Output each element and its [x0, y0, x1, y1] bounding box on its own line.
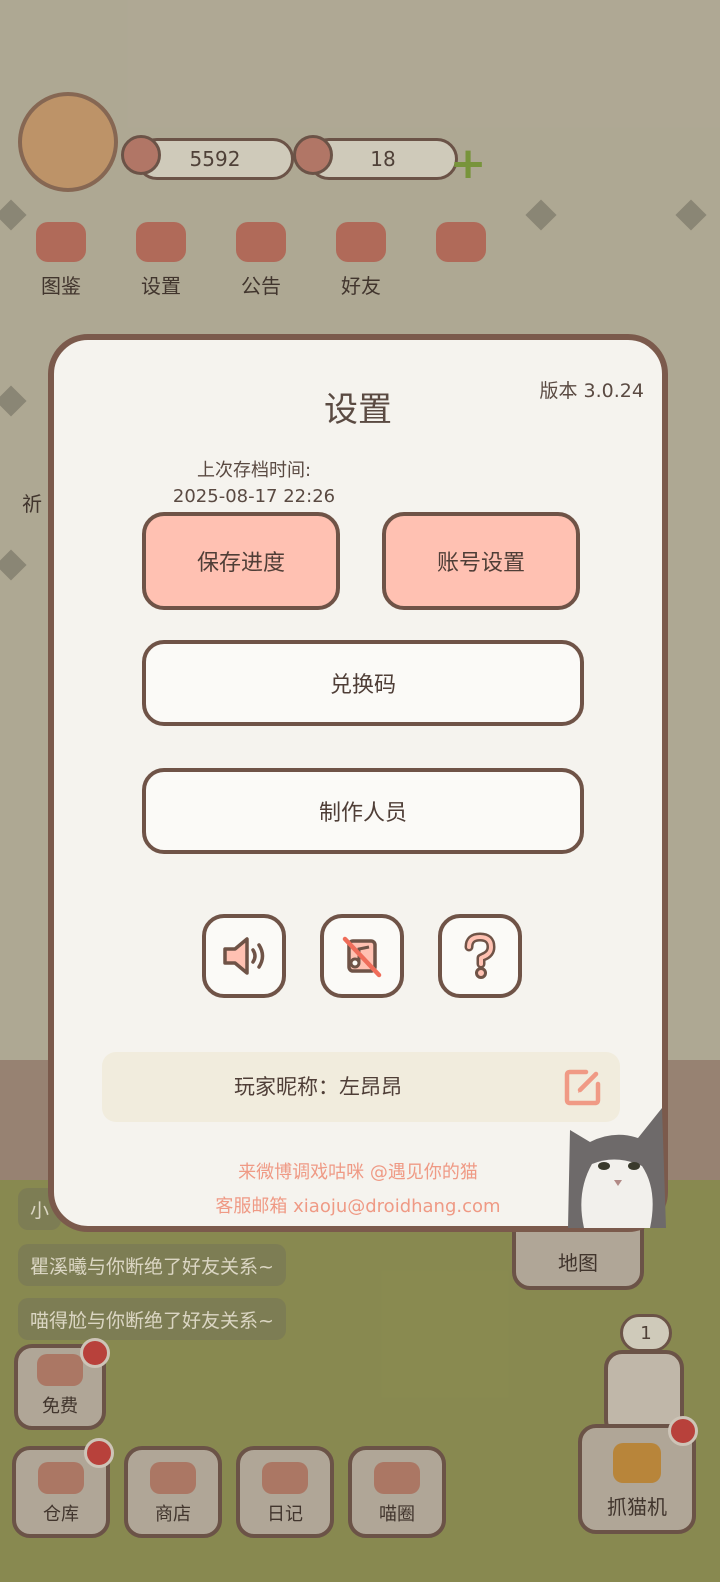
credits-button[interactable]: 制作人员	[142, 768, 584, 854]
last-save-info: 上次存档时间: 2025-08-17 22:26	[154, 458, 354, 510]
help-icon	[464, 932, 496, 979]
help-button[interactable]	[438, 914, 522, 998]
music-off-icon	[342, 936, 382, 978]
music-toggle-button[interactable]	[320, 914, 404, 998]
save-progress-button[interactable]: 保存进度	[142, 512, 340, 610]
settings-dialog: 设置 版本 3.0.24 上次存档时间: 2025-08-17 22:26 保存…	[48, 334, 668, 1232]
version-label: 版本 3.0.24	[539, 380, 644, 402]
sound-icon	[223, 937, 265, 975]
nickname-bar: 玩家昵称：左昂昂	[102, 1052, 620, 1122]
last-save-time: 2025-08-17 22:26	[172, 486, 336, 507]
nickname-display: 玩家昵称：左昂昂	[102, 1052, 534, 1122]
sound-toggle-button[interactable]	[202, 914, 286, 998]
cat-photo	[568, 1108, 666, 1228]
nickname-label: 玩家昵称：	[234, 1075, 339, 1099]
redeem-code-button[interactable]: 兑换码	[142, 640, 584, 726]
nickname-value: 左昂昂	[339, 1075, 402, 1099]
account-settings-button[interactable]: 账号设置	[382, 512, 580, 610]
last-save-label: 上次存档时间:	[196, 460, 312, 481]
